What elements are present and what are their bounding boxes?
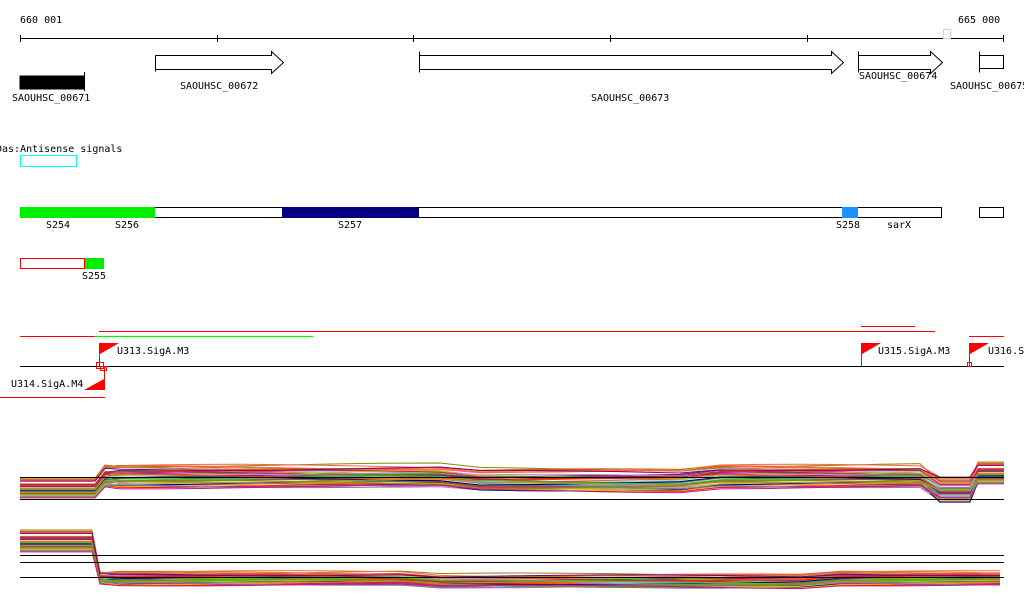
promoter-label: U313.SigA.M3 bbox=[117, 346, 189, 357]
track-label: Das:Antisense signals bbox=[0, 144, 122, 155]
promoter-track: U313.SigA.M3 U314.SigA.M4 U315.SigA.M3 U… bbox=[0, 326, 1024, 398]
gene-SAOUHSC_00672[interactable]: SAOUHSC_00672 bbox=[155, 50, 285, 93]
segment-track: S254 S256 S257 S258 sarX S255 bbox=[20, 207, 1004, 282]
expression-track-sense bbox=[20, 461, 1004, 503]
gene-SAOUHSC_00671[interactable]: SAOUHSC_00671 bbox=[12, 72, 90, 104]
promoter-label: U314.SigA.M4 bbox=[11, 379, 83, 390]
ruler-end-label: 665 000 bbox=[958, 15, 1000, 26]
ruler-start-label: 660 001 bbox=[20, 15, 62, 26]
gene-SAOUHSC_00673[interactable]: SAOUHSC_00673 bbox=[419, 50, 845, 105]
segment-S258[interactable] bbox=[842, 207, 858, 218]
expression-line bbox=[20, 530, 1001, 579]
gene-track: SAOUHSC_00671 SAOUHSC_00672 SAOUHSC_0067… bbox=[12, 50, 1024, 105]
segment-S257[interactable] bbox=[282, 207, 419, 218]
promoter-label: U316.S bbox=[988, 346, 1024, 357]
segment-S254-S256[interactable] bbox=[20, 207, 155, 218]
segment-label: sarX bbox=[887, 220, 911, 231]
gene-label: SAOUHSC_00671 bbox=[12, 93, 90, 104]
antisense-track: Das:Antisense signals bbox=[0, 144, 122, 167]
gene-SAOUHSC_00675[interactable]: SAOUHSC_00675 bbox=[950, 51, 1024, 93]
segment-label: S255 bbox=[82, 271, 106, 282]
promoter-U315[interactable]: U315.SigA.M3 bbox=[861, 343, 951, 366]
segment-label: S254 bbox=[46, 220, 70, 231]
position-marker[interactable] bbox=[943, 29, 951, 39]
segment-right[interactable] bbox=[979, 207, 1004, 218]
segment-label: S258 bbox=[836, 220, 860, 231]
gene-label: SAOUHSC_00674 bbox=[859, 71, 937, 82]
segment-label: S256 bbox=[115, 220, 139, 231]
coordinate-ruler: 660 001 665 000 bbox=[20, 15, 1004, 42]
segment-label: S257 bbox=[338, 220, 362, 231]
gene-SAOUHSC_00674[interactable]: SAOUHSC_00674 bbox=[858, 50, 944, 83]
expression-track-antisense bbox=[20, 529, 1004, 590]
promoter-U316[interactable]: U316.S bbox=[967, 343, 1024, 367]
genome-browser: 660 001 665 000 SAOUHSC_00671 SAOUHSC_00… bbox=[0, 15, 1024, 590]
segment-S255[interactable] bbox=[85, 258, 104, 269]
segment-red-outline[interactable] bbox=[20, 258, 85, 269]
gene-label: SAOUHSC_00672 bbox=[180, 81, 258, 92]
gene-label: SAOUHSC_00675 bbox=[950, 81, 1024, 92]
expression-line bbox=[20, 529, 1001, 578]
gene-label: SAOUHSC_00673 bbox=[591, 93, 669, 104]
promoter-label: U315.SigA.M3 bbox=[878, 346, 950, 357]
antisense-feature[interactable] bbox=[20, 155, 77, 167]
expression-line bbox=[20, 531, 1001, 579]
promoter-U314[interactable]: U314.SigA.M4 bbox=[11, 366, 105, 390]
